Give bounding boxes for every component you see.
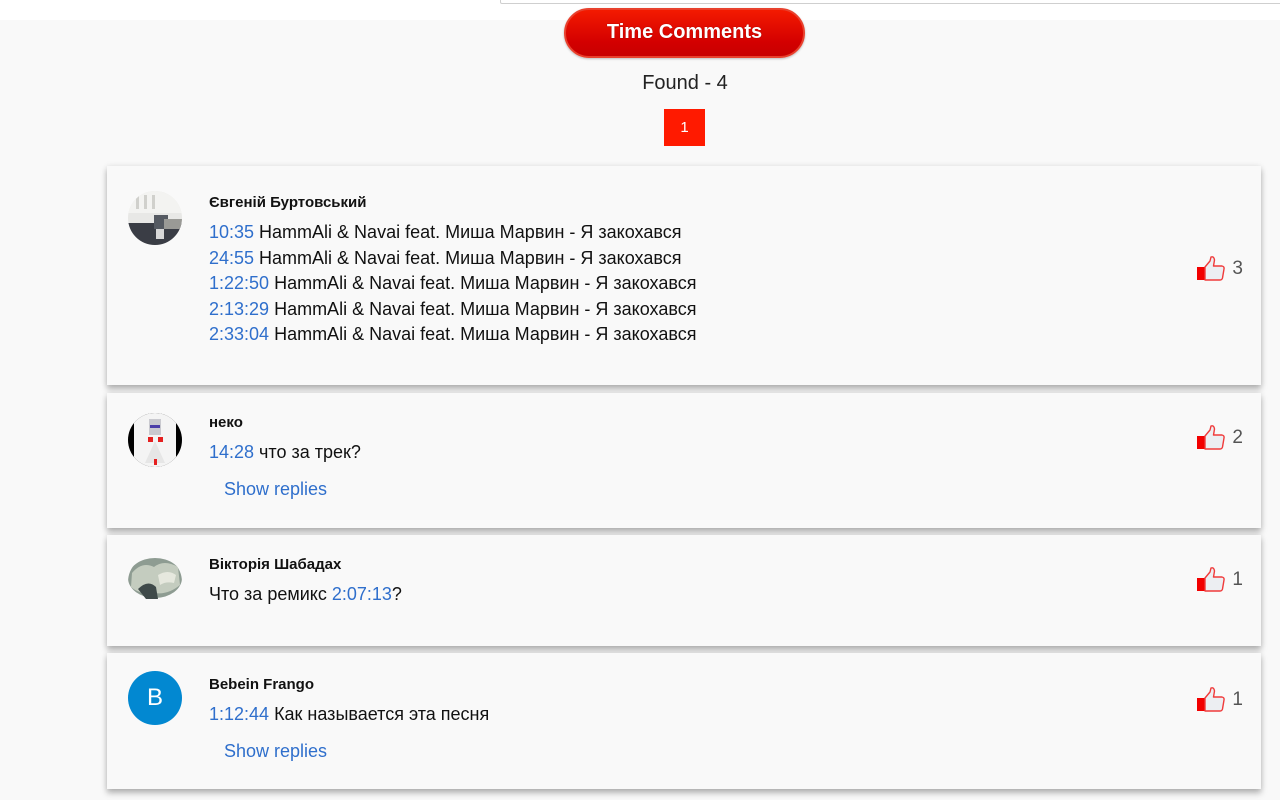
comment-body: 1:12:44 Как называется эта песня <box>209 702 489 728</box>
search-input[interactable] <box>500 0 1280 4</box>
avatar-photo-icon <box>128 413 182 467</box>
like-button[interactable]: 1 <box>1196 687 1243 712</box>
found-count: Found - 4 <box>642 72 728 94</box>
timestamp-link[interactable]: 10:35 <box>209 222 254 242</box>
like-button[interactable]: 1 <box>1196 567 1243 592</box>
thumbs-up-icon <box>1197 256 1226 281</box>
thumbs-up-icon <box>1197 687 1226 712</box>
comment-line: Что за ремикс 2:07:13? <box>209 582 402 608</box>
comment-text: что за трек? <box>254 442 361 462</box>
like-count: 2 <box>1232 427 1243 448</box>
time-comments-button-label: Time Comments <box>606 21 763 43</box>
timestamp-link[interactable]: 2:33:04 <box>209 324 269 344</box>
pagination-page-1[interactable]: 1 <box>664 109 705 146</box>
timestamp-link[interactable]: 1:22:50 <box>209 273 269 293</box>
comment-line: 10:35 HammAli & Navai feat. Миша Марвин … <box>209 220 696 246</box>
comment-line: 2:13:29 HammAli & Navai feat. Миша Марви… <box>209 297 696 323</box>
comment-text: HammAli & Navai feat. Миша Марвин - Я за… <box>269 324 697 344</box>
timestamp-link[interactable]: 2:13:29 <box>209 299 269 319</box>
timestamp-link[interactable]: 24:55 <box>209 248 254 268</box>
comment-text: HammAli & Navai feat. Миша Марвин - Я за… <box>269 273 697 293</box>
avatar-photo-icon <box>128 555 182 609</box>
comment-author: Євгеній Буртовський <box>209 194 367 211</box>
comment-text: HammAli & Navai feat. Миша Марвин - Я за… <box>254 222 682 242</box>
show-replies-link[interactable]: Show replies <box>224 479 327 500</box>
comment-card: B Bebein Frango 1:12:44 Как называется э… <box>107 653 1261 789</box>
timestamp-link[interactable]: 14:28 <box>209 442 254 462</box>
comment-card: Євгеній Буртовський 10:35 HammAli & Nava… <box>107 166 1261 385</box>
comment-text: Как называется эта песня <box>269 704 490 724</box>
comment-card: Вікторія Шабадах Что за ремикс 2:07:13? … <box>107 535 1261 646</box>
comment-line: 1:22:50 HammAli & Navai feat. Миша Марви… <box>209 271 696 297</box>
comment-author: неко <box>209 414 243 431</box>
comment-line: 1:12:44 Как называется эта песня <box>209 702 489 728</box>
like-button[interactable]: 2 <box>1196 425 1243 450</box>
avatar[interactable] <box>128 191 182 245</box>
like-count: 3 <box>1232 258 1243 279</box>
timestamp-link[interactable]: 2:07:13 <box>332 584 392 604</box>
comment-body: 10:35 HammAli & Navai feat. Миша Марвин … <box>209 220 696 348</box>
avatar-photo-icon <box>128 191 182 245</box>
avatar[interactable]: B <box>128 671 182 725</box>
show-replies-link[interactable]: Show replies <box>224 741 327 762</box>
like-count: 1 <box>1232 689 1243 710</box>
comment-line: 2:33:04 HammAli & Navai feat. Миша Марви… <box>209 322 696 348</box>
comment-body: Что за ремикс 2:07:13? <box>209 582 402 608</box>
timestamp-link[interactable]: 1:12:44 <box>209 704 269 724</box>
comment-author: Bebein Frango <box>209 676 315 693</box>
comment-text: ? <box>391 584 402 604</box>
avatar[interactable] <box>128 555 182 609</box>
comment-card: неко 14:28 что за трек? Show replies 2 <box>107 393 1261 528</box>
comment-body: 14:28 что за трек? <box>209 440 361 466</box>
like-count: 1 <box>1232 569 1243 590</box>
thumbs-up-icon <box>1197 567 1226 592</box>
time-comments-button[interactable]: Time Comments <box>564 8 805 58</box>
comment-line: 24:55 HammAli & Navai feat. Миша Марвин … <box>209 246 696 272</box>
comment-author: Вікторія Шабадах <box>209 556 342 573</box>
thumbs-up-icon <box>1197 425 1226 450</box>
comment-line: 14:28 что за трек? <box>209 440 361 466</box>
like-button[interactable]: 3 <box>1196 256 1243 281</box>
comment-text: Что за ремикс <box>209 584 332 604</box>
comment-text: HammAli & Navai feat. Миша Марвин - Я за… <box>269 298 697 319</box>
avatar[interactable] <box>128 413 182 467</box>
comment-text: HammAli & Navai feat. Миша Марвин - Я за… <box>254 247 682 268</box>
